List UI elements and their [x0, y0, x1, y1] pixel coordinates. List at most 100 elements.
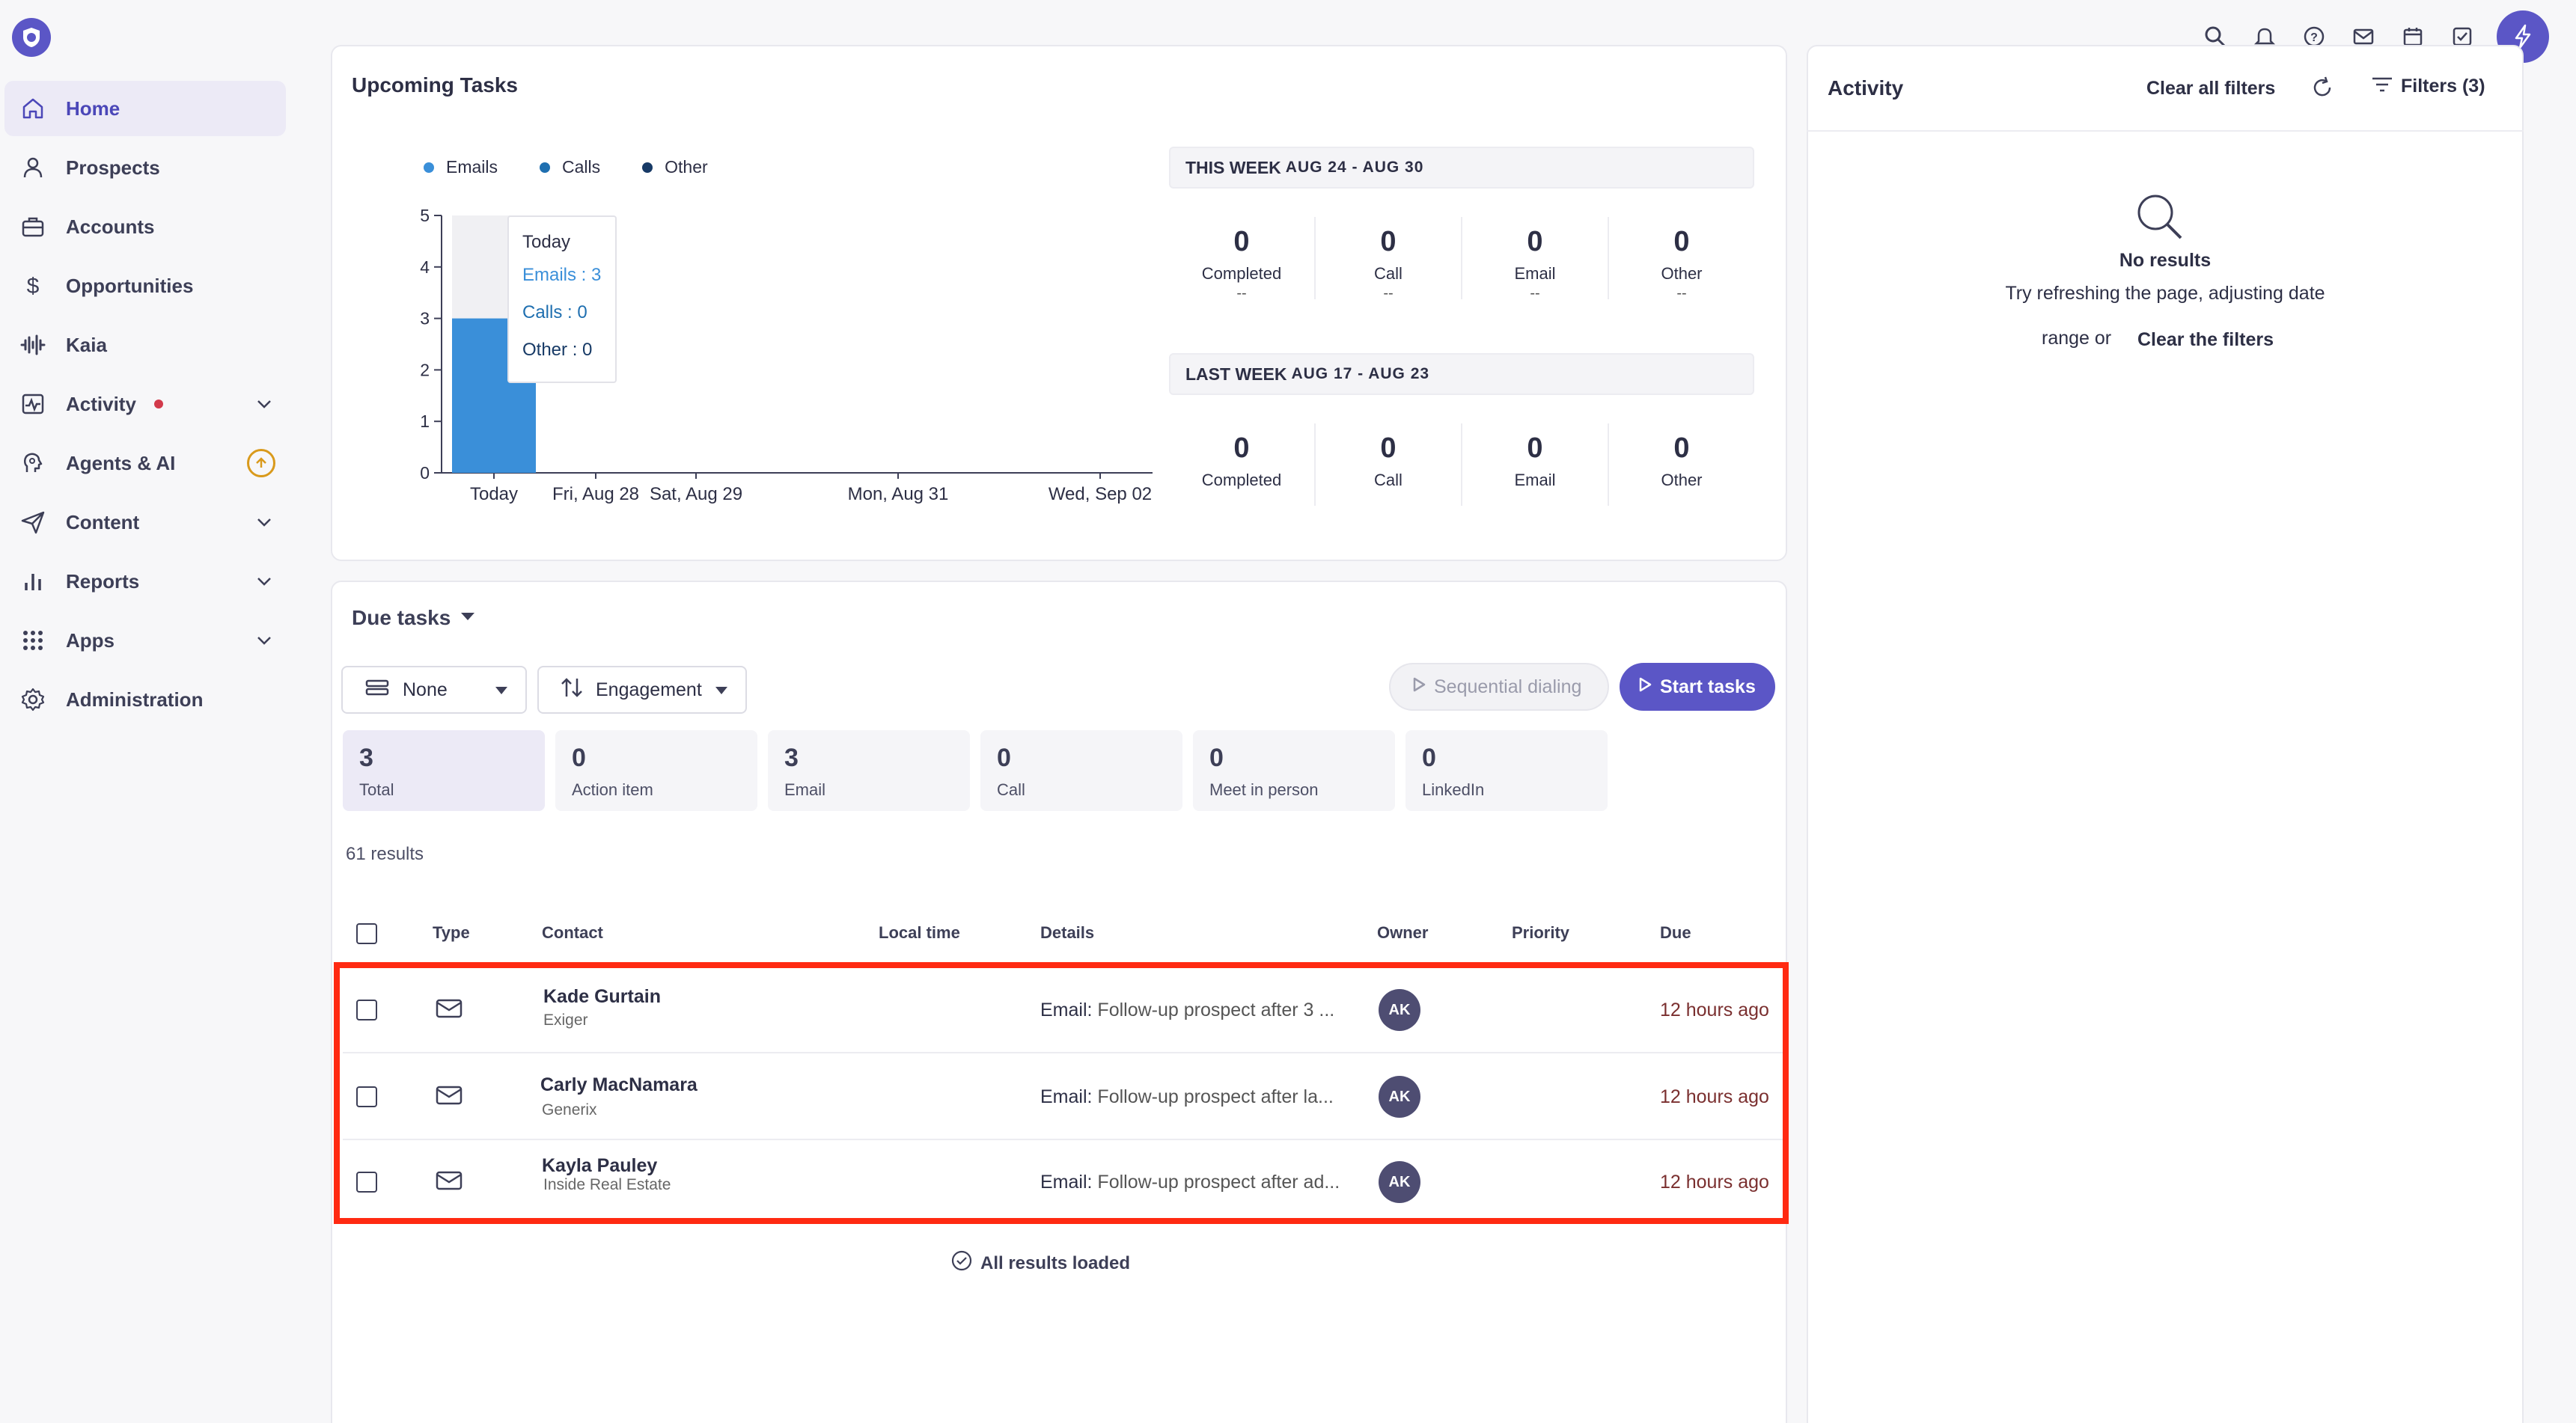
sidebar-item-label: Agents & AI: [66, 451, 176, 474]
upgrade-arrow-icon[interactable]: [247, 449, 275, 477]
stat-label: Email: [1514, 264, 1556, 283]
y-tick-label: 2: [420, 360, 430, 379]
sidebar-item-label: Administration: [66, 688, 204, 711]
sidebar-item-activity[interactable]: Activity: [4, 376, 286, 432]
sort-icon: [560, 676, 584, 704]
stat-call: 0 Call: [1316, 423, 1462, 506]
start-tasks-label: Start tasks: [1660, 676, 1756, 697]
dollar-icon: $: [16, 269, 49, 302]
start-tasks-button[interactable]: Start tasks: [1620, 663, 1775, 711]
count-number: 0: [1422, 744, 1436, 772]
legend-label: Emails: [446, 157, 498, 177]
sidebar-item-content[interactable]: Content: [4, 495, 286, 550]
count-label: Call: [997, 780, 1025, 799]
count-filter-meet-in-person[interactable]: 0 Meet in person: [1193, 730, 1395, 811]
stat-num: 0: [1527, 432, 1543, 464]
count-number: 0: [997, 744, 1011, 772]
sidebar-item-apps[interactable]: Apps: [4, 613, 286, 668]
chevron-down-icon[interactable]: [253, 393, 275, 415]
send-icon: [16, 506, 49, 539]
count-filter-call[interactable]: 0 Call: [980, 730, 1182, 811]
refresh-icon[interactable]: [2310, 75, 2335, 104]
column-header-type[interactable]: Type: [433, 923, 470, 943]
activity-title: Activity: [1828, 76, 1904, 100]
due-tasks-title-dropdown[interactable]: Due tasks: [352, 606, 476, 630]
count-number: 3: [784, 744, 799, 772]
tooltip-calls: Calls : 0: [522, 302, 587, 322]
filters-button[interactable]: Filters (3): [2371, 75, 2485, 98]
stat-label: Call: [1374, 264, 1403, 283]
sidebar-item-opportunities[interactable]: $ Opportunities: [4, 258, 286, 313]
stat-sub: --: [1383, 285, 1394, 302]
stat-label: Other: [1661, 264, 1703, 283]
clear-all-filters-button[interactable]: Clear all filters: [2146, 78, 2275, 100]
sidebar-item-reports[interactable]: Reports: [4, 554, 286, 609]
group-by-dropdown[interactable]: None: [341, 666, 527, 714]
last-week-stats: 0 Completed 0 Call 0 Email 0 Other: [1169, 423, 1754, 506]
column-header-details[interactable]: Details: [1040, 923, 1094, 943]
stat-num: 0: [1673, 432, 1690, 464]
y-tick-label: 5: [420, 206, 430, 225]
count-filter-total[interactable]: 3 Total: [343, 730, 545, 811]
column-header-local-time[interactable]: Local time: [879, 923, 960, 943]
chevron-down-icon[interactable]: [253, 629, 275, 652]
chart-legend: Emails Calls Other: [424, 157, 708, 177]
chevron-down-icon[interactable]: [253, 511, 275, 533]
stat-email: 0 Email: [1462, 423, 1609, 506]
group-icon: [365, 679, 389, 702]
legend-label: Other: [665, 157, 708, 177]
count-number: 0: [572, 744, 586, 772]
week-range: AUG 17 - AUG 23: [1291, 365, 1430, 382]
filters-label: Filters (3): [2401, 76, 2485, 97]
stat-label: Completed: [1201, 471, 1282, 489]
sidebar-item-home[interactable]: Home: [4, 81, 286, 136]
legend-item-calls[interactable]: Calls: [540, 157, 600, 177]
sidebar-item-label: Apps: [66, 628, 115, 652]
this-week-stats: 0 Completed -- 0 Call -- 0 Email -- 0 Other --: [1169, 217, 1754, 302]
count-filter-email[interactable]: 3 Email: [768, 730, 970, 811]
stat-sub: --: [1236, 285, 1247, 302]
clear-the-filters-link[interactable]: Clear the filters: [2137, 329, 2274, 351]
sidebar-item-label: Opportunities: [66, 274, 194, 297]
this-week-header: THIS WEEK AUG 24 - AUG 30: [1169, 147, 1754, 189]
sidebar-item-label: Kaia: [66, 333, 107, 356]
column-header-due[interactable]: Due: [1660, 923, 1691, 943]
sort-by-dropdown[interactable]: Engagement: [537, 666, 747, 714]
app-logo[interactable]: [12, 18, 51, 57]
legend-item-emails[interactable]: Emails: [424, 157, 498, 177]
column-header-owner[interactable]: Owner: [1377, 923, 1428, 943]
select-all-checkbox[interactable]: [356, 923, 377, 944]
home-icon: [16, 92, 49, 125]
no-results-hint-range: range or: [2042, 328, 2112, 349]
sidebar-item-administration[interactable]: Administration: [4, 672, 286, 727]
bar-chart-icon: [16, 565, 49, 598]
x-tick-label: Mon, Aug 31: [848, 484, 949, 504]
column-header-priority[interactable]: Priority: [1512, 923, 1569, 943]
sidebar-item-prospects[interactable]: Prospects: [4, 140, 286, 195]
sidebar-item-label: Accounts: [66, 215, 155, 238]
y-tick-label: 1: [420, 411, 430, 431]
sort-by-value: Engagement: [596, 679, 702, 700]
sidebar-item-agents-ai[interactable]: Agents & AI: [4, 435, 286, 491]
stat-num: 0: [1527, 226, 1543, 257]
legend-item-other[interactable]: Other: [642, 157, 708, 177]
x-tick-label: Wed, Sep 02: [1049, 484, 1152, 504]
results-count: 61 results: [346, 844, 424, 864]
waveform-icon: [16, 328, 49, 361]
sidebar-item-accounts[interactable]: Accounts: [4, 199, 286, 254]
y-tick-label: 3: [420, 309, 430, 328]
stat-completed: 0 Completed: [1169, 423, 1316, 506]
sidebar: Home Prospects Accounts $ Opportunities …: [0, 73, 299, 1423]
count-label: LinkedIn: [1422, 780, 1485, 799]
column-header-contact[interactable]: Contact: [542, 923, 603, 943]
chevron-down-icon[interactable]: [253, 570, 275, 593]
sidebar-item-label: Prospects: [66, 156, 160, 179]
count-label: Meet in person: [1209, 780, 1319, 799]
week-label: LAST WEEK: [1185, 364, 1287, 384]
sidebar-item-label: Reports: [66, 569, 140, 593]
sequential-dialing-button[interactable]: Sequential dialing: [1389, 663, 1609, 711]
count-filter-linkedin[interactable]: 0 LinkedIn: [1405, 730, 1608, 811]
count-filter-action-item[interactable]: 0 Action item: [555, 730, 757, 811]
sidebar-item-kaia[interactable]: Kaia: [4, 317, 286, 373]
magnifier-icon: [2133, 190, 2187, 248]
